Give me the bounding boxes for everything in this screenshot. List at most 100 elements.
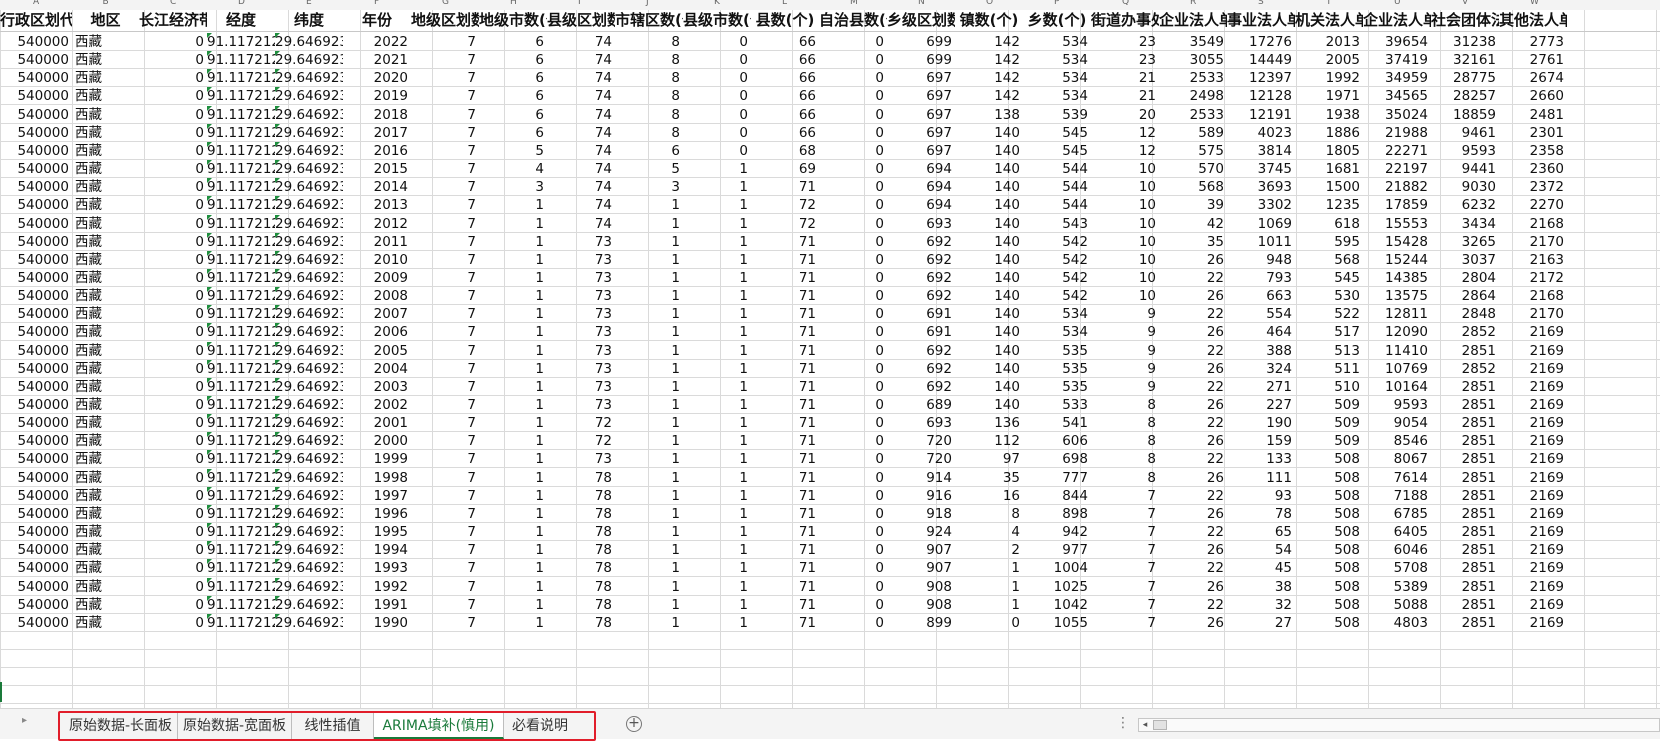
table-cell[interactable]: 29.646923 bbox=[275, 214, 343, 233]
table-cell[interactable]: 540000 bbox=[0, 414, 72, 432]
table-cell[interactable]: 0 bbox=[819, 541, 887, 559]
table-cell[interactable]: 540000 bbox=[0, 160, 72, 178]
table-cell[interactable]: 0 bbox=[819, 160, 887, 178]
empty-row[interactable] bbox=[0, 686, 1660, 705]
table-cell[interactable]: 0 bbox=[139, 541, 207, 559]
table-cell[interactable]: 2002 bbox=[343, 396, 411, 414]
table-cell[interactable]: 689 bbox=[887, 396, 955, 414]
table-cell[interactable]: 73 bbox=[547, 378, 615, 396]
table-cell[interactable]: 97 bbox=[955, 450, 1023, 468]
table-cell[interactable]: 540000 bbox=[0, 469, 72, 487]
table-cell[interactable]: 7 bbox=[411, 487, 479, 505]
table-cell[interactable]: 7 bbox=[411, 69, 479, 87]
table-cell[interactable]: 1 bbox=[955, 559, 1023, 577]
table-cell[interactable]: 0 bbox=[139, 178, 207, 196]
table-cell[interactable]: 7 bbox=[411, 106, 479, 124]
table-cell[interactable]: 2021 bbox=[343, 51, 411, 69]
table-cell[interactable]: 71 bbox=[751, 541, 819, 559]
table-cell[interactable]: 1992 bbox=[1295, 69, 1363, 87]
table-cell[interactable]: 1 bbox=[479, 414, 547, 432]
table-cell[interactable]: 2851 bbox=[1431, 432, 1499, 450]
table-cell[interactable]: 1042 bbox=[1023, 596, 1091, 614]
table-cell[interactable]: 543 bbox=[1023, 215, 1091, 233]
table-cell[interactable]: 3265 bbox=[1431, 233, 1499, 251]
table-cell[interactable]: 2851 bbox=[1431, 396, 1499, 414]
table-cell[interactable]: 2358 bbox=[1499, 142, 1567, 160]
table-cell[interactable]: 8 bbox=[1091, 414, 1159, 432]
table-cell[interactable]: 91.117212 bbox=[207, 450, 275, 468]
table-cell[interactable]: 74 bbox=[547, 160, 615, 178]
table-cell[interactable]: 7 bbox=[411, 596, 479, 614]
table-cell[interactable]: 1 bbox=[615, 342, 683, 360]
table-cell[interactable]: 540000 bbox=[0, 505, 72, 523]
table-cell[interactable]: 2001 bbox=[343, 414, 411, 432]
table-cell[interactable]: 0 bbox=[819, 287, 887, 305]
table-cell[interactable]: 1 bbox=[479, 523, 547, 541]
table-cell[interactable]: 6 bbox=[479, 33, 547, 51]
table-cell[interactable]: 16 bbox=[955, 487, 1023, 505]
table-cell[interactable]: 6046 bbox=[1363, 541, 1431, 559]
table-cell[interactable]: 2170 bbox=[1499, 305, 1567, 323]
table-cell[interactable]: 71 bbox=[751, 487, 819, 505]
table-cell[interactable]: 91.117212 bbox=[207, 504, 275, 523]
table-cell[interactable]: 78 bbox=[547, 487, 615, 505]
table-cell[interactable]: 9461 bbox=[1431, 124, 1499, 142]
table-cell[interactable]: 140 bbox=[955, 251, 1023, 269]
table-cell[interactable]: 1993 bbox=[343, 559, 411, 577]
table-cell[interactable]: 91.117212 bbox=[207, 178, 275, 196]
table-cell[interactable]: 91.117212 bbox=[207, 160, 275, 178]
table-cell[interactable]: 71 bbox=[751, 305, 819, 323]
table-cell[interactable]: 522 bbox=[1295, 305, 1363, 323]
table-cell[interactable]: 1 bbox=[479, 342, 547, 360]
spreadsheet-area[interactable]: A B C D E F G H I J K L M N O P Q R S T U V W 行政区划代码地区长江经济带经度纬… bbox=[0, 0, 1660, 708]
table-cell[interactable]: 1004 bbox=[1023, 559, 1091, 577]
table-cell[interactable]: 545 bbox=[1023, 142, 1091, 160]
table-cell[interactable]: 0 bbox=[139, 469, 207, 487]
table-cell[interactable]: 540000 bbox=[0, 124, 72, 142]
header-cell[interactable]: 县级区划数(个) bbox=[547, 8, 615, 32]
table-cell[interactable]: 1 bbox=[615, 360, 683, 378]
table-cell[interactable]: 2009 bbox=[343, 269, 411, 287]
table-cell[interactable]: 66 bbox=[751, 33, 819, 51]
table-cell[interactable]: 2169 bbox=[1499, 450, 1567, 468]
table-cell[interactable]: 西藏 bbox=[72, 51, 139, 69]
table-cell[interactable]: 西藏 bbox=[72, 432, 139, 450]
table-cell[interactable]: 26 bbox=[1159, 251, 1227, 269]
table-cell[interactable]: 692 bbox=[887, 269, 955, 287]
table-cell[interactable]: 12 bbox=[1091, 142, 1159, 160]
table-cell[interactable]: 74 bbox=[547, 124, 615, 142]
sheet-tab[interactable]: 原始数据-长面板 bbox=[64, 713, 178, 739]
table-cell[interactable]: 5088 bbox=[1363, 596, 1431, 614]
table-cell[interactable]: 691 bbox=[887, 323, 955, 341]
table-cell[interactable]: 2169 bbox=[1499, 505, 1567, 523]
table-cell[interactable]: 540000 bbox=[0, 251, 72, 269]
table-cell[interactable]: 0 bbox=[819, 269, 887, 287]
table-cell[interactable]: 545 bbox=[1295, 269, 1363, 287]
table-cell[interactable]: 0 bbox=[819, 69, 887, 87]
table-cell[interactable]: 1 bbox=[479, 505, 547, 523]
table-cell[interactable]: 793 bbox=[1227, 269, 1295, 287]
table-cell[interactable]: 7 bbox=[411, 396, 479, 414]
table-cell[interactable]: 2018 bbox=[343, 106, 411, 124]
table-cell[interactable]: 22 bbox=[1159, 596, 1227, 614]
table-cell[interactable]: 9030 bbox=[1431, 178, 1499, 196]
table-cell[interactable]: 464 bbox=[1227, 323, 1295, 341]
table-cell[interactable]: 540000 bbox=[0, 215, 72, 233]
table-cell[interactable]: 509 bbox=[1295, 414, 1363, 432]
table-cell[interactable]: 697 bbox=[887, 106, 955, 124]
table-cell[interactable]: 140 bbox=[955, 215, 1023, 233]
table-cell[interactable]: 2008 bbox=[343, 287, 411, 305]
table-cell[interactable]: 29.646923 bbox=[275, 196, 343, 214]
table-cell[interactable]: 540000 bbox=[0, 596, 72, 614]
header-cell[interactable]: 长江经济带 bbox=[139, 8, 207, 32]
table-cell[interactable]: 942 bbox=[1023, 523, 1091, 541]
header-cell[interactable]: 行政区划代码 bbox=[0, 8, 72, 32]
table-cell[interactable]: 74 bbox=[547, 51, 615, 69]
table-cell[interactable]: 540000 bbox=[0, 523, 72, 541]
table-cell[interactable]: 540000 bbox=[0, 196, 72, 214]
table-cell[interactable]: 71 bbox=[751, 269, 819, 287]
table-cell[interactable]: 73 bbox=[547, 269, 615, 287]
table-cell[interactable]: 140 bbox=[955, 396, 1023, 414]
table-cell[interactable]: 13575 bbox=[1363, 287, 1431, 305]
table-cell[interactable]: 844 bbox=[1023, 487, 1091, 505]
